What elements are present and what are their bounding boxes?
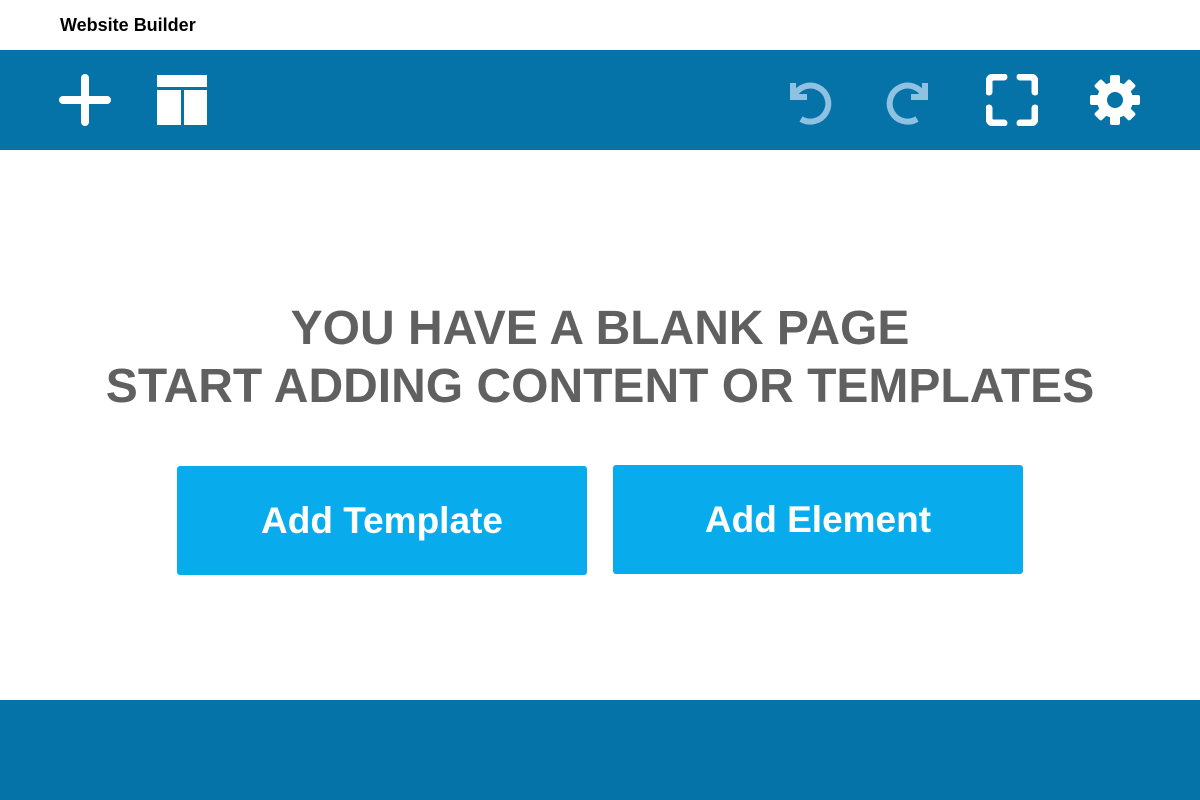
layout-button[interactable] bbox=[152, 50, 212, 150]
redo-button[interactable] bbox=[880, 50, 940, 150]
redo-icon bbox=[883, 73, 937, 127]
fullscreen-icon bbox=[986, 74, 1038, 126]
undo-icon bbox=[781, 73, 835, 127]
add-button[interactable] bbox=[55, 50, 115, 150]
add-template-button[interactable]: Add Template bbox=[177, 466, 587, 575]
add-element-button[interactable]: Add Element bbox=[613, 465, 1023, 574]
gear-icon bbox=[1089, 74, 1141, 126]
plus-icon bbox=[59, 74, 111, 126]
blank-page-message-line1: YOU HAVE A BLANK PAGE bbox=[290, 302, 910, 355]
blank-page-message: YOU HAVE A BLANK PAGE START ADDING CONTE… bbox=[0, 300, 1200, 416]
undo-button[interactable] bbox=[778, 50, 838, 150]
footer-bar bbox=[0, 700, 1200, 800]
settings-button[interactable] bbox=[1085, 50, 1145, 150]
fullscreen-button[interactable] bbox=[982, 50, 1042, 150]
app-title: Website Builder bbox=[60, 15, 196, 35]
top-toolbar bbox=[0, 50, 1200, 150]
layout-icon bbox=[156, 74, 208, 126]
blank-page-message-line2: START ADDING CONTENT OR TEMPLATES bbox=[105, 360, 1095, 413]
